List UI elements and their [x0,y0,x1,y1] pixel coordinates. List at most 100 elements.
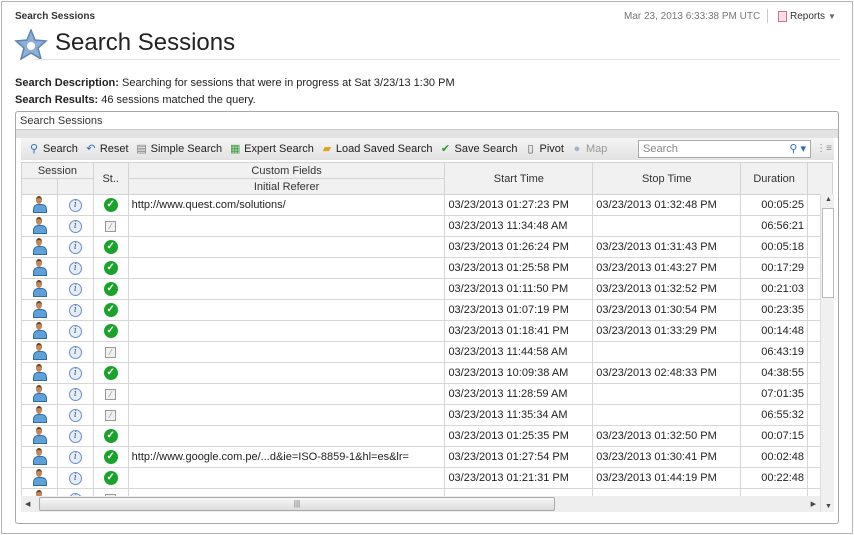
table-row[interactable]: i ✓ 03/23/2013 01:21:31 PM 03/23/2013 01… [21,467,833,489]
table-row[interactable]: i ⁄ 03/23/2013 11:28:59 AM 07:01:35 [21,383,833,405]
info-icon[interactable]: i [68,472,82,485]
column-header-stop-time[interactable]: Stop Time [592,162,742,195]
scroll-left-icon[interactable]: ◀ [25,500,30,508]
user-session-icon[interactable] [33,196,48,213]
table-row[interactable]: i ✓ 03/23/2013 01:18:41 PM 03/23/2013 01… [21,320,833,342]
column-menu-icon[interactable]: ⋮≡ [816,143,832,154]
info-icon[interactable]: i [68,388,82,401]
stop-time-cell [592,341,742,363]
cell [21,278,58,300]
status-in-progress-icon: ⁄ [105,389,117,400]
user-session-icon[interactable] [33,385,48,402]
table-row[interactable]: i ⁄ 03/23/2013 11:44:58 AM 06:43:19 [21,341,833,363]
info-icon[interactable]: i [68,283,82,296]
duration-cell: 00:22:48 [740,467,809,489]
stop-time-cell: 03/23/2013 01:30:41 PM [592,446,742,468]
cell: ✓ [92,278,129,300]
table-row[interactable]: i ✓ 03/23/2013 01:07:19 PM 03/23/2013 01… [21,299,833,321]
user-session-icon[interactable] [33,238,48,255]
cell: ✓ [92,467,129,489]
info-icon[interactable]: i [68,241,82,254]
start-time-cell: 03/23/2013 11:34:48 AM [444,215,594,237]
map-button[interactable]: ● Map [570,142,608,156]
chevron-down-icon: ▼ [828,12,836,21]
table-row[interactable]: i ⁄ 03/23/2013 11:34:48 AM 06:56:21 [21,215,833,237]
table-row[interactable]: i ✓ http://www.google.com.pe/...d&ie=ISO… [21,446,833,468]
scroll-down-icon[interactable]: ▼ [825,503,832,510]
scroll-up-icon[interactable]: ▲ [825,196,832,203]
table-row[interactable]: i ⁄ 03/23/2013 11:35:34 AM 06:55:32 [21,404,833,426]
table-row[interactable]: i ✓ 03/23/2013 01:25:58 PM 03/23/2013 01… [21,257,833,279]
info-icon[interactable]: i [68,304,82,317]
cell: i [56,404,94,426]
user-session-icon[interactable] [33,301,48,318]
table-row[interactable]: i ✓ 03/23/2013 01:25:35 PM 03/23/2013 01… [21,425,833,447]
search-dropdown-icon[interactable]: ⚲ ▾ [789,142,806,155]
column-header-status[interactable]: St.. [92,162,129,195]
user-session-icon[interactable] [33,364,48,381]
table-row[interactable]: i ⁄ [21,488,833,496]
horizontal-scroll-thumb[interactable]: ||| [39,497,555,511]
search-button[interactable]: ⚲ Search [27,142,78,156]
user-session-icon[interactable] [33,259,48,276]
initial-referer-cell [127,299,446,321]
load-saved-search-button[interactable]: ▰ Load Saved Search [320,142,433,156]
status-complete-icon: ✓ [103,282,118,296]
info-icon[interactable]: i [68,430,82,443]
info-icon[interactable]: i [68,220,82,233]
table-row[interactable]: i ✓ 03/23/2013 01:26:24 PM 03/23/2013 01… [21,236,833,258]
column-header-initial-referer[interactable]: Initial Referer [127,178,446,195]
page-title: Search Sessions [55,29,236,56]
info-icon[interactable]: i [68,409,82,422]
desc-label: Search Description: [15,77,119,89]
simple-search-button[interactable]: ▤ Simple Search [135,142,222,156]
user-session-icon[interactable] [33,427,48,444]
expert-search-label: Expert Search [244,143,314,155]
search-input[interactable]: Search ⚲ ▾ [638,140,811,158]
cell: i [56,467,94,489]
stop-time-cell: 03/23/2013 01:32:52 PM [592,278,742,300]
table-row[interactable]: i ✓ http://www.quest.com/solutions/ 03/2… [21,194,833,216]
results-label: Search Results: [15,94,99,106]
column-header-duration[interactable]: Duration [740,162,809,195]
info-icon[interactable]: i [68,367,82,380]
info-icon[interactable]: i [68,199,82,212]
cell [21,215,58,237]
table-row[interactable]: i ✓ 03/23/2013 10:09:38 AM 03/23/2013 02… [21,362,833,384]
user-session-icon[interactable] [33,322,48,339]
cell: i [56,278,94,300]
cell [21,341,58,363]
user-session-icon[interactable] [33,217,48,234]
column-header-start-time[interactable]: Start Time [444,162,594,195]
vertical-scroll-thumb[interactable] [822,208,834,298]
stop-time-cell: 03/23/2013 01:32:48 PM [592,194,742,216]
horizontal-scrollbar[interactable]: ◀ ||| ▶ [21,496,820,512]
initial-referer-cell: http://www.quest.com/solutions/ [127,194,446,216]
info-icon[interactable]: i [68,325,82,338]
search-placeholder: Search [643,143,678,155]
column-header-session[interactable]: Session [21,162,94,179]
duration-cell: 06:56:21 [740,215,809,237]
save-check-icon: ✔ [440,143,451,155]
save-search-button[interactable]: ✔ Save Search [439,142,518,156]
info-icon[interactable]: i [68,262,82,275]
cell: ✓ [92,257,129,279]
status-complete-icon: ✓ [103,303,118,317]
user-session-icon[interactable] [33,343,48,360]
expert-search-button[interactable]: ▦ Expert Search [228,142,314,156]
info-icon[interactable]: i [68,451,82,464]
user-session-icon[interactable] [33,406,48,423]
scroll-right-icon[interactable]: ▶ [811,500,816,508]
reports-menu[interactable]: Reports ▼ [778,11,836,22]
initial-referer-cell [127,278,446,300]
table-row[interactable]: i ✓ 03/23/2013 01:11:50 PM 03/23/2013 01… [21,278,833,300]
user-session-icon[interactable] [33,448,48,465]
reset-button[interactable]: ↶ Reset [84,142,128,156]
user-session-icon[interactable] [33,469,48,486]
info-icon[interactable]: i [68,346,82,359]
pivot-button[interactable]: ▯ Pivot [523,142,564,156]
cell: ✓ [92,425,129,447]
vertical-scrollbar[interactable]: ▲ ▼ [820,194,834,512]
desc-value: Searching for sessions that were in prog… [121,77,455,89]
user-session-icon[interactable] [33,280,48,297]
